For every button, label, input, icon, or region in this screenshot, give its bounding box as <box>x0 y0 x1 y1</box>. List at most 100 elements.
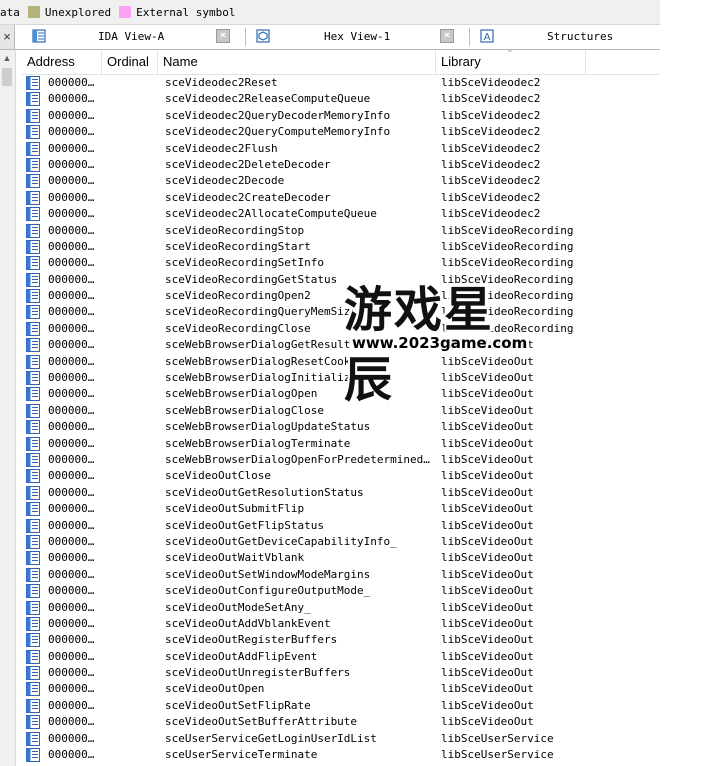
name-cell: sceVideodec2AllocateComputeQueue <box>165 207 377 221</box>
import-function-icon <box>26 715 40 730</box>
name-cell: sceVideoOutGetResolutionStatus <box>165 485 364 499</box>
imports-list: 000000… sceVideodec2Reset libSceVideodec2 0… <box>22 75 682 763</box>
table-row[interactable]: 000000… sceVideoOutSetBufferAttribute libS… <box>22 714 682 730</box>
table-row[interactable]: 000000… sceVideoOutGetResolutionStatus lib… <box>22 485 682 501</box>
name-cell: sceWebBrowserDialogOpen <box>165 387 318 401</box>
column-header-address[interactable]: Address <box>22 50 102 74</box>
tab-ida-view-a[interactable]: IDA View-A × <box>28 25 258 48</box>
name-cell: sceUserServiceGetLoginUserIdList <box>165 731 377 745</box>
library-cell: libSceVideoOut <box>441 666 534 680</box>
table-row[interactable]: 000000… sceVideoOutSubmitFlip libSceVideoO… <box>22 501 682 517</box>
library-cell: libSceVideoRecording <box>441 239 574 253</box>
table-row[interactable]: 000000… sceVideodec2DeleteDecoder libSceVi… <box>22 157 682 173</box>
library-cell: libSceVideodec2 <box>441 108 541 122</box>
table-row[interactable]: 000000… sceVideoOutGetFlipStatus libSceVid… <box>22 518 682 534</box>
address-cell: 000000… <box>48 141 95 155</box>
table-row[interactable]: 000000… sceVideoRecordingClose libSceVideo… <box>22 321 682 337</box>
address-cell: 000000… <box>48 469 95 483</box>
table-row[interactable]: 000000… sceVideoOutSetFlipRate libSceVideo… <box>22 698 682 714</box>
name-cell: sceVideodec2QueryDecoderMemoryInfo <box>165 108 391 122</box>
table-row[interactable]: 000000… sceWebBrowserDialogInitialize libS… <box>22 370 682 386</box>
library-cell: libSceVideoOut <box>441 600 534 614</box>
import-function-icon <box>26 157 40 172</box>
table-row[interactable]: 000000… sceVideoOutOpen libSceVideoOut <box>22 681 682 697</box>
table-row[interactable]: 000000… sceWebBrowserDialogGetResult libSc… <box>22 337 682 353</box>
table-row[interactable]: 000000… sceVideoRecordingSetInfo libSceVid… <box>22 255 682 271</box>
table-row[interactable]: 000000… sceVideoOutModeSetAny_ libSceVideo… <box>22 600 682 616</box>
table-row[interactable]: 000000… sceVideoOutRegisterBuffers libSceV… <box>22 632 682 648</box>
table-row[interactable]: 000000… sceVideoOutSetWindowModeMargins li… <box>22 567 682 583</box>
table-row[interactable]: 000000… sceUserServiceTerminate libSceUser… <box>22 747 682 763</box>
import-function-icon <box>26 272 40 287</box>
library-cell: libSceVideoOut <box>441 420 534 434</box>
table-row[interactable]: 000000… sceVideoRecordingQueryMemSize2 lib… <box>22 304 682 320</box>
name-cell: sceVideoOutClose <box>165 469 271 483</box>
import-function-icon <box>26 387 40 402</box>
table-row[interactable]: 000000… sceVideoOutAddVblankEvent libSceVi… <box>22 616 682 632</box>
hex-view-icon <box>256 29 270 43</box>
tab-close-icon[interactable]: × <box>440 29 454 43</box>
table-row[interactable]: 000000… sceVideoRecordingOpen2 libSceVideo… <box>22 288 682 304</box>
table-row[interactable]: 000000… sceVideodec2CreateDecoder libSceVi… <box>22 190 682 206</box>
table-row[interactable]: 000000… sceVideoOutUnregisterBuffers libSc… <box>22 665 682 681</box>
address-cell: 000000… <box>48 616 95 630</box>
table-row[interactable]: 000000… sceVideodec2QueryComputeMemoryInf… <box>22 124 682 140</box>
address-cell: 000000… <box>48 518 95 532</box>
scrollbar-thumb[interactable] <box>2 68 12 86</box>
table-row[interactable]: 000000… sceWebBrowserDialogOpenForPredete… <box>22 452 682 468</box>
table-row[interactable]: 000000… sceVideodec2QueryDecoderMemoryInf… <box>22 108 682 124</box>
address-cell: 000000… <box>48 698 95 712</box>
tab-close-icon[interactable]: × <box>216 29 230 43</box>
name-cell: sceWebBrowserDialogClose <box>165 403 324 417</box>
address-cell: 000000… <box>48 108 95 122</box>
tab-structures[interactable]: A Structures <box>476 25 660 48</box>
svg-text:A: A <box>484 32 491 43</box>
table-row[interactable]: 000000… sceWebBrowserDialogClose libSceVid… <box>22 403 682 419</box>
table-row[interactable]: 000000… sceVideodec2Decode libSceVideodec2 <box>22 173 682 189</box>
table-row[interactable]: 000000… sceWebBrowserDialogUpdateStatus li… <box>22 419 682 435</box>
vertical-scrollbar[interactable]: ▲ <box>0 50 16 766</box>
table-row[interactable]: 000000… sceVideodec2Reset libSceVideodec2 <box>22 75 682 91</box>
import-function-icon <box>26 420 40 435</box>
table-row[interactable]: 000000… sceVideodec2ReleaseComputeQueue li… <box>22 91 682 107</box>
table-row[interactable]: 000000… sceVideodec2AllocateComputeQueue l… <box>22 206 682 222</box>
table-row[interactable]: 000000… sceVideodec2Flush libSceVideodec2 <box>22 141 682 157</box>
library-cell: libSceVideoOut <box>441 584 534 598</box>
address-cell: 000000… <box>48 534 95 548</box>
library-cell: libSceVideodec2 <box>441 190 541 204</box>
table-row[interactable]: 000000… sceUserServiceGetLoginUserIdList l… <box>22 731 682 747</box>
table-row[interactable]: 000000… sceWebBrowserDialogTerminate libSc… <box>22 436 682 452</box>
table-row[interactable]: 000000… sceVideoRecordingStop libSceVideoR… <box>22 223 682 239</box>
legend-swatch-unexplored <box>27 6 40 18</box>
table-row[interactable]: 000000… sceVideoRecordingGetStatus libSceV… <box>22 272 682 288</box>
import-function-icon <box>26 76 40 90</box>
address-cell: 000000… <box>48 485 95 499</box>
library-cell: libSceVideoOut <box>441 698 534 712</box>
table-row[interactable]: 000000… sceWebBrowserDialogOpen libSceVide… <box>22 386 682 402</box>
library-cell: libSceVideoRecording <box>441 256 574 270</box>
table-row[interactable]: 000000… sceVideoOutConfigureOutputMode_ li… <box>22 583 682 599</box>
address-cell: 000000… <box>48 207 95 221</box>
table-row[interactable]: 000000… sceVideoOutClose libSceVideoOut <box>22 468 682 484</box>
table-row[interactable]: 000000… sceVideoOutAddFlipEvent libSceVide… <box>22 649 682 665</box>
name-cell: sceVideoOutRegisterBuffers <box>165 633 338 647</box>
table-row[interactable]: 000000… sceVideoOutWaitVblank libSceVideoO… <box>22 550 682 566</box>
scroll-up-icon[interactable]: ▲ <box>2 52 12 64</box>
close-icon[interactable]: × <box>0 25 15 49</box>
table-row[interactable]: 000000… sceVideoRecordingStart libSceVideo… <box>22 239 682 255</box>
name-cell: sceVideodec2Reset <box>165 76 278 89</box>
name-cell: sceVideodec2Decode <box>165 174 285 188</box>
column-header-name[interactable]: Name <box>158 50 436 74</box>
color-legend: ata Unexplored External symbol <box>0 0 660 25</box>
import-function-icon <box>26 748 40 763</box>
name-cell: sceVideoOutConfigureOutputMode_ <box>165 584 371 598</box>
library-cell: libSceVideoRecording <box>441 321 574 335</box>
tab-hex-view-1[interactable]: Hex View-1 × <box>252 25 472 48</box>
table-row[interactable]: 000000… sceWebBrowserDialogResetCookie lib… <box>22 354 682 370</box>
table-row[interactable]: 000000… sceVideoOutGetDeviceCapabilityInf… <box>22 534 682 550</box>
legend-swatch-external-symbol <box>119 6 132 18</box>
address-cell: 000000… <box>48 649 95 663</box>
legend-label-external-symbol: External symbol <box>136 5 236 19</box>
list-header: Address Ordinal Name Library ⌄ <box>22 44 660 75</box>
column-header-ordinal[interactable]: Ordinal <box>102 50 158 74</box>
